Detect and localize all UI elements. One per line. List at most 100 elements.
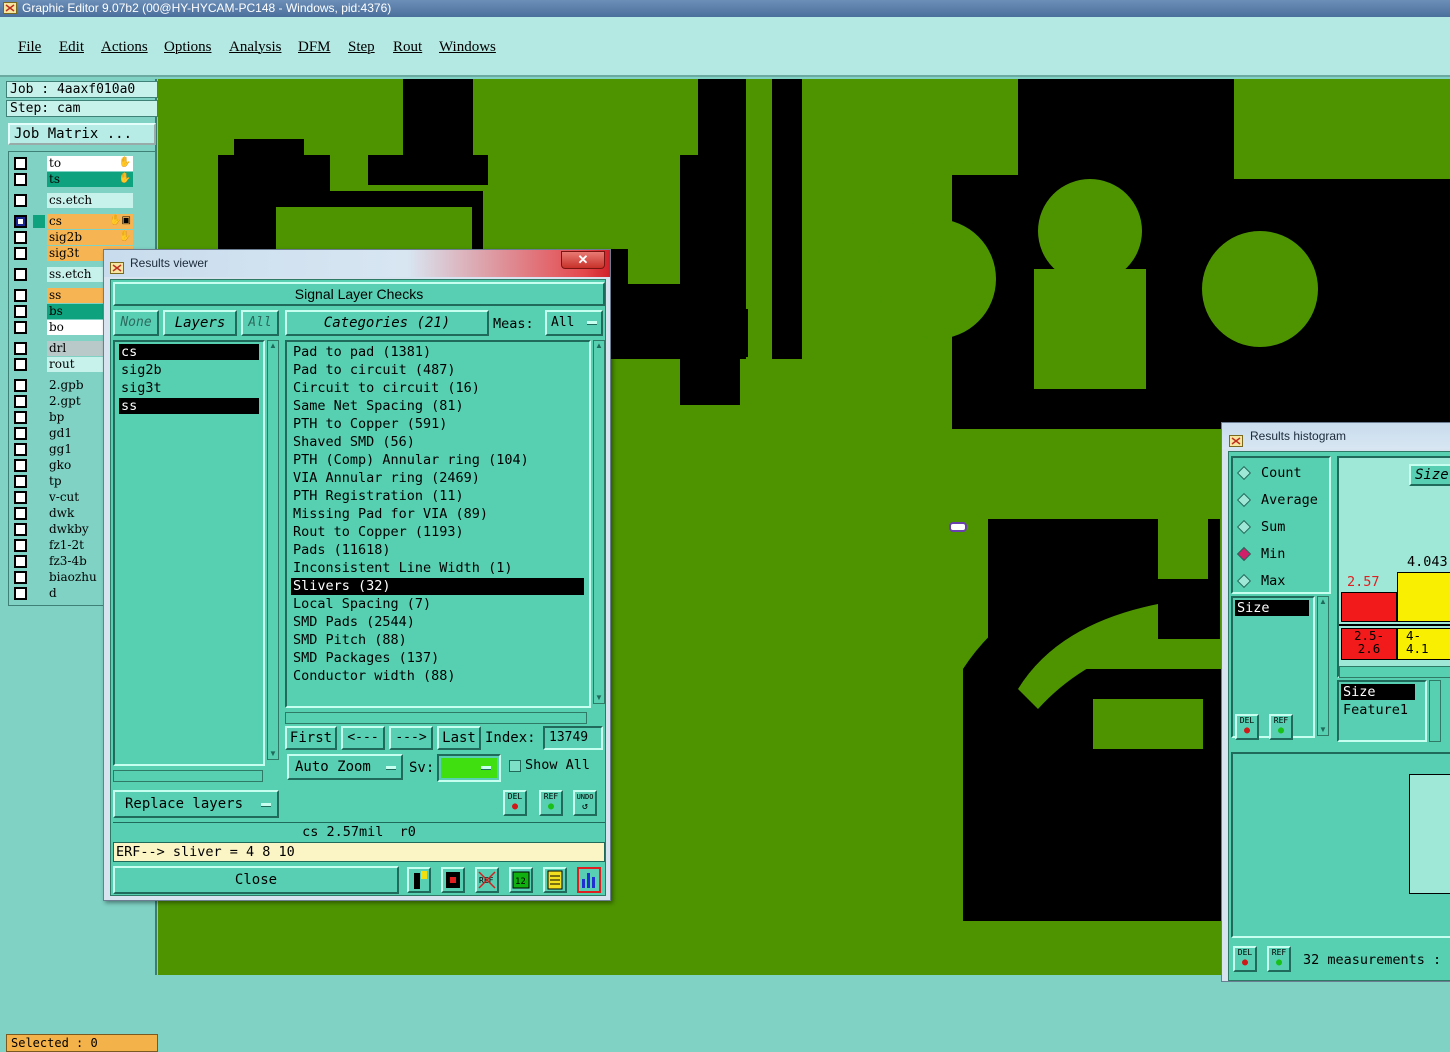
layer-checkbox[interactable] [14,231,27,244]
scroll-up-icon[interactable]: ▲ [1318,597,1328,607]
category-list-item[interactable]: PTH Registration (11) [291,488,584,505]
layer-checkbox[interactable] [14,507,27,520]
next-button[interactable]: ---> [389,726,433,750]
histogram-titlebar[interactable]: Results histogram [1222,423,1450,449]
menu-rout[interactable]: Rout [393,39,422,56]
category-list-item[interactable]: Slivers (32) [291,578,584,595]
index-input[interactable]: 13749 [543,726,603,750]
layer-checkbox[interactable] [14,379,27,392]
close-icon[interactable]: ✕ [561,251,605,269]
undo-button[interactable]: UNDO ↺ [573,790,597,816]
sv-color-dropdown[interactable] [437,754,501,782]
del-button[interactable]: DEL ● [503,790,527,816]
layer-checkbox[interactable] [14,555,27,568]
layer-row[interactable]: sig2b ✋ [11,230,155,245]
menu-step[interactable]: Step [348,39,375,56]
histogram-bar[interactable] [1341,592,1397,622]
layer-list-item[interactable]: cs [119,344,259,360]
replace-layers-dropdown[interactable]: Replace layers [113,790,279,818]
ref-off-icon[interactable]: REF [475,867,499,893]
menu-edit[interactable]: Edit [59,39,84,56]
layers-scrollbar[interactable]: ▲ ▼ [267,340,279,760]
layers-hscrollbar[interactable] [113,770,263,782]
results-viewer-titlebar[interactable]: Results viewer [104,250,610,277]
layer-row[interactable]: to ✋ [11,156,155,171]
layer-checkbox[interactable] [14,491,27,504]
layer-row[interactable]: cs ✋▣ [11,214,155,229]
layer-checkbox[interactable] [14,173,27,186]
none-button[interactable]: None [113,310,159,336]
layer-checkbox[interactable] [14,305,27,318]
size-header-button[interactable]: Size [1409,464,1450,486]
categories-scrollbar[interactable]: ▲ ▼ [593,340,605,704]
counter-icon[interactable]: 12 [509,867,533,893]
size-list-item[interactable]: Size [1235,600,1309,616]
layer-name[interactable]: cs.etch [47,193,133,208]
scroll-up-icon[interactable]: ▲ [268,341,278,351]
layer-row[interactable]: ts ✋ [11,172,155,187]
bar-height-icon[interactable] [407,867,431,893]
layer-checkbox[interactable] [14,475,27,488]
categories-listbox[interactable]: Pad to pad (1381) Pad to circuit (487) Cir… [285,340,591,708]
menu-analysis[interactable]: Analysis [229,39,282,56]
show-all-checkbox[interactable] [509,760,521,772]
ref-button[interactable]: REF ● [1267,946,1291,972]
report-icon[interactable] [543,867,567,893]
category-list-item[interactable]: Local Spacing (7) [291,596,584,613]
layer-checkbox[interactable] [14,571,27,584]
layer-checkbox[interactable] [14,215,27,228]
layer-checkbox[interactable] [14,443,27,456]
layer-name[interactable]: to ✋ [47,156,133,171]
layer-checkbox[interactable] [14,395,27,408]
feature-listbox[interactable]: Size Feature1 [1337,680,1427,742]
size-field-item[interactable]: Size [1341,684,1415,700]
layer-checkbox[interactable] [14,342,27,355]
layers-listbox[interactable]: cs sig2b sig3t ss [113,340,265,766]
layer-checkbox[interactable] [14,157,27,170]
del-button[interactable]: DEL ● [1235,714,1259,740]
size-scrollbar[interactable]: ▲ ▼ [1317,596,1329,736]
layer-checkbox[interactable] [14,523,27,536]
category-list-item[interactable]: Circuit to circuit (16) [291,380,584,397]
layer-checkbox[interactable] [14,358,27,371]
all-button[interactable]: All [241,310,279,336]
menu-windows[interactable]: Windows [439,39,496,56]
menu-dfm[interactable]: DFM [298,39,331,56]
layer-list-item[interactable]: ss [119,398,259,414]
layer-name[interactable]: sig2b ✋ [47,230,133,245]
layer-checkbox[interactable] [14,247,27,260]
category-list-item[interactable]: Inconsistent Line Width (1) [291,560,584,577]
histogram-chart[interactable]: Size 2.57 4.043 2.5- 2.6 4- 4.1 [1337,456,1450,678]
layer-checkbox[interactable] [14,321,27,334]
feature-scrollbar[interactable] [1429,680,1441,742]
scroll-down-icon[interactable]: ▼ [268,749,278,759]
layer-checkbox[interactable] [14,587,27,600]
category-list-item[interactable]: PTH (Comp) Annular ring (104) [291,452,584,469]
category-list-item[interactable]: Pad to pad (1381) [291,344,584,361]
category-list-item[interactable]: Pads (11618) [291,542,584,559]
layer-checkbox[interactable] [14,289,27,302]
layer-checkbox[interactable] [14,268,27,281]
prev-button[interactable]: <--- [341,726,385,750]
feature-item[interactable]: Feature1 [1341,702,1408,718]
job-matrix-button[interactable]: Job Matrix ... [8,123,156,145]
layer-checkbox[interactable] [14,194,27,207]
categories-hscrollbar[interactable] [285,712,587,724]
close-button[interactable]: Close [113,866,399,894]
category-list-item[interactable]: Pad to circuit (487) [291,362,584,379]
category-list-item[interactable]: SMD Packages (137) [291,650,584,667]
menu-options[interactable]: Options [164,39,212,56]
layer-checkbox[interactable] [14,539,27,552]
scroll-down-icon[interactable]: ▼ [594,693,604,703]
category-list-item[interactable]: Rout to Copper (1193) [291,524,584,541]
meas-dropdown[interactable]: All [545,310,603,336]
category-list-item[interactable]: PTH to Copper (591) [291,416,584,433]
category-list-item[interactable]: Missing Pad for VIA (89) [291,506,584,523]
category-list-item[interactable]: Same Net Spacing (81) [291,398,584,415]
highlight-icon[interactable] [441,867,465,893]
ref-button[interactable]: REF ● [1269,714,1293,740]
layer-list-item[interactable]: sig3t [119,380,259,396]
layer-checkbox[interactable] [14,411,27,424]
categories-button[interactable]: Categories (21) [285,310,489,336]
histogram-bar[interactable] [1397,572,1450,622]
